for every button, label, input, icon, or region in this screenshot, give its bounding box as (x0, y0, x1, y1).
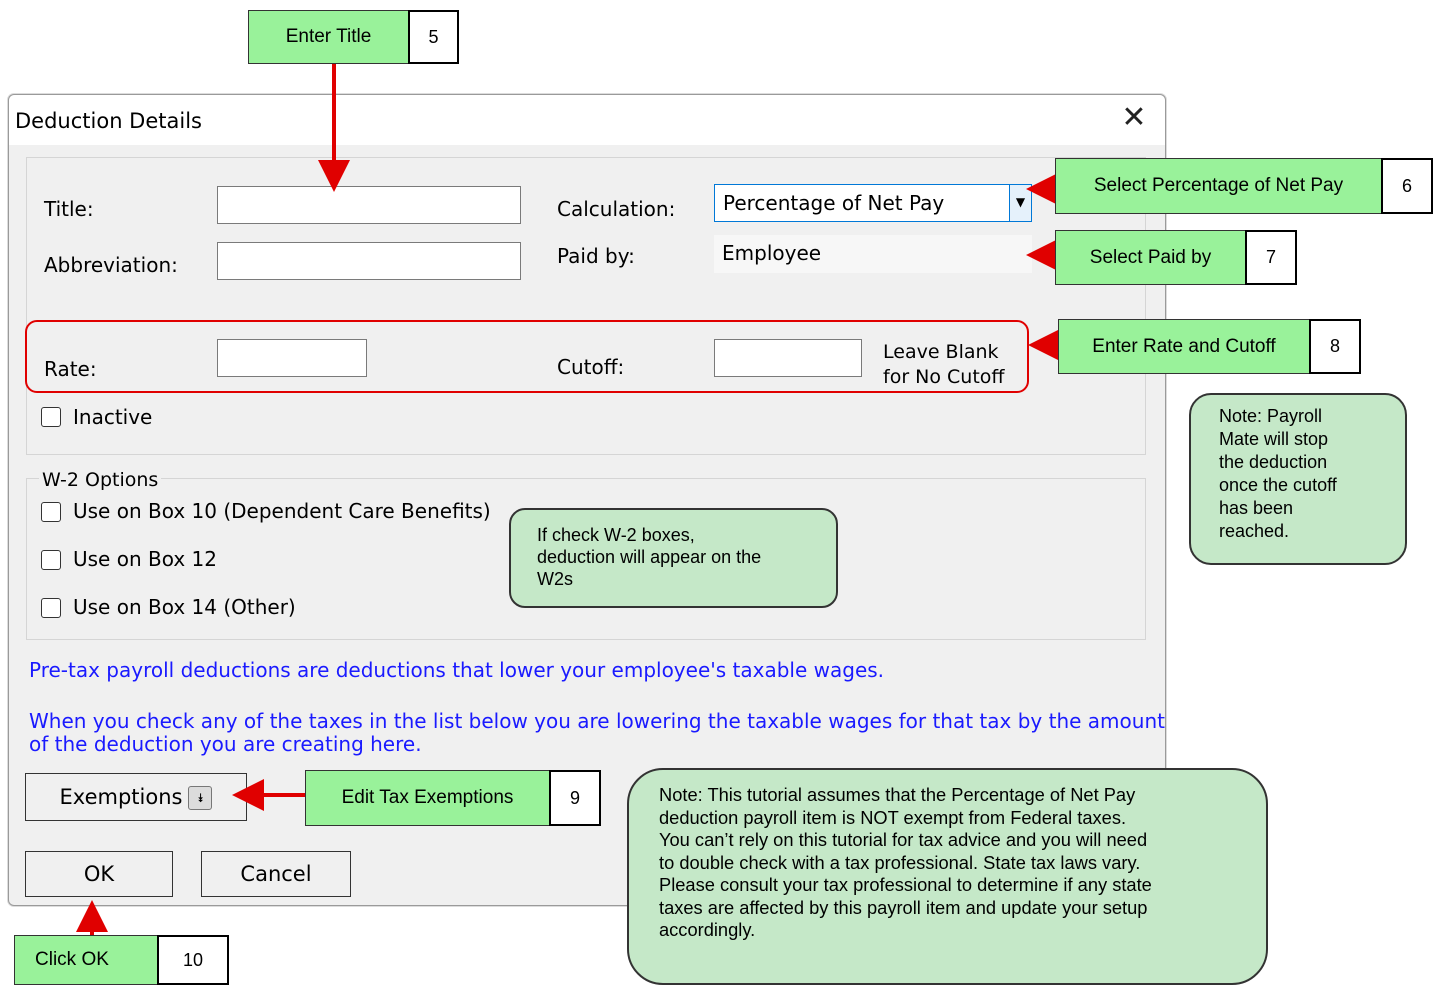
callout-click-ok: Click OK (14, 935, 158, 985)
note-tax-line: Note: This tutorial assumes that the Per… (659, 784, 1136, 805)
callout-edit-exemptions: Edit Tax Exemptions (305, 770, 550, 826)
note-cutoff: Note: Payroll Mate will stop the deducti… (1189, 393, 1407, 565)
note-tax-line: to double check with a tax professional.… (659, 851, 1141, 873)
note-cutoff-line: once the cutoff (1219, 475, 1337, 495)
note-cutoff-line: Note: Payroll (1219, 406, 1323, 426)
callout-select-percentage: Select Percentage of Net Pay (1055, 158, 1382, 214)
note-cutoff-line: the deduction (1219, 452, 1328, 472)
note-tax-line: accordingly. (659, 919, 756, 940)
step-number-6: 6 (1381, 158, 1433, 214)
callout-select-percentage-text: Select Percentage of Net Pay (1093, 175, 1344, 196)
note-w2: If check W-2 boxes, deduction will appea… (509, 508, 838, 608)
callout-enter-rate-cutoff-text: Enter Rate and Cutoff (1092, 335, 1276, 357)
step-number-10: 10 (157, 935, 229, 985)
step-number-8: 8 (1309, 319, 1361, 374)
callout-enter-title: Enter Title (248, 10, 409, 64)
callout-select-paid-by: Select Paid by (1055, 230, 1246, 285)
step-number-5: 5 (408, 10, 459, 64)
callout-select-paid-by-text: Select Paid by (1089, 246, 1212, 268)
note-cutoff-line: reached. (1219, 521, 1290, 541)
note-tax-disclaimer: Note: This tutorial assumes that the Per… (627, 768, 1268, 985)
note-w2-line: W2s (537, 569, 573, 589)
note-tax-line: Please consult your tax professional to … (659, 874, 1152, 895)
note-tax-line: taxes are affected by this payroll item … (659, 896, 1148, 918)
note-cutoff-line: has been (1219, 498, 1294, 518)
note-tax-line: deduction payroll item is NOT exempt fro… (659, 806, 1127, 828)
callout-enter-title-text: Enter Title (285, 26, 372, 47)
step-number-9: 9 (549, 770, 601, 826)
callout-edit-exemptions-text: Edit Tax Exemptions (341, 787, 514, 808)
step-number-7: 7 (1245, 230, 1297, 285)
note-w2-line: deduction will appear on the (537, 547, 762, 567)
note-cutoff-line: Mate will stop (1219, 429, 1329, 449)
note-tax-line: You can’t rely on this tutorial for tax … (659, 829, 1148, 850)
callout-click-ok-text: Click OK (35, 949, 109, 970)
note-w2-line: If check W-2 boxes, (537, 525, 695, 545)
callout-enter-rate-cutoff: Enter Rate and Cutoff (1058, 319, 1310, 374)
